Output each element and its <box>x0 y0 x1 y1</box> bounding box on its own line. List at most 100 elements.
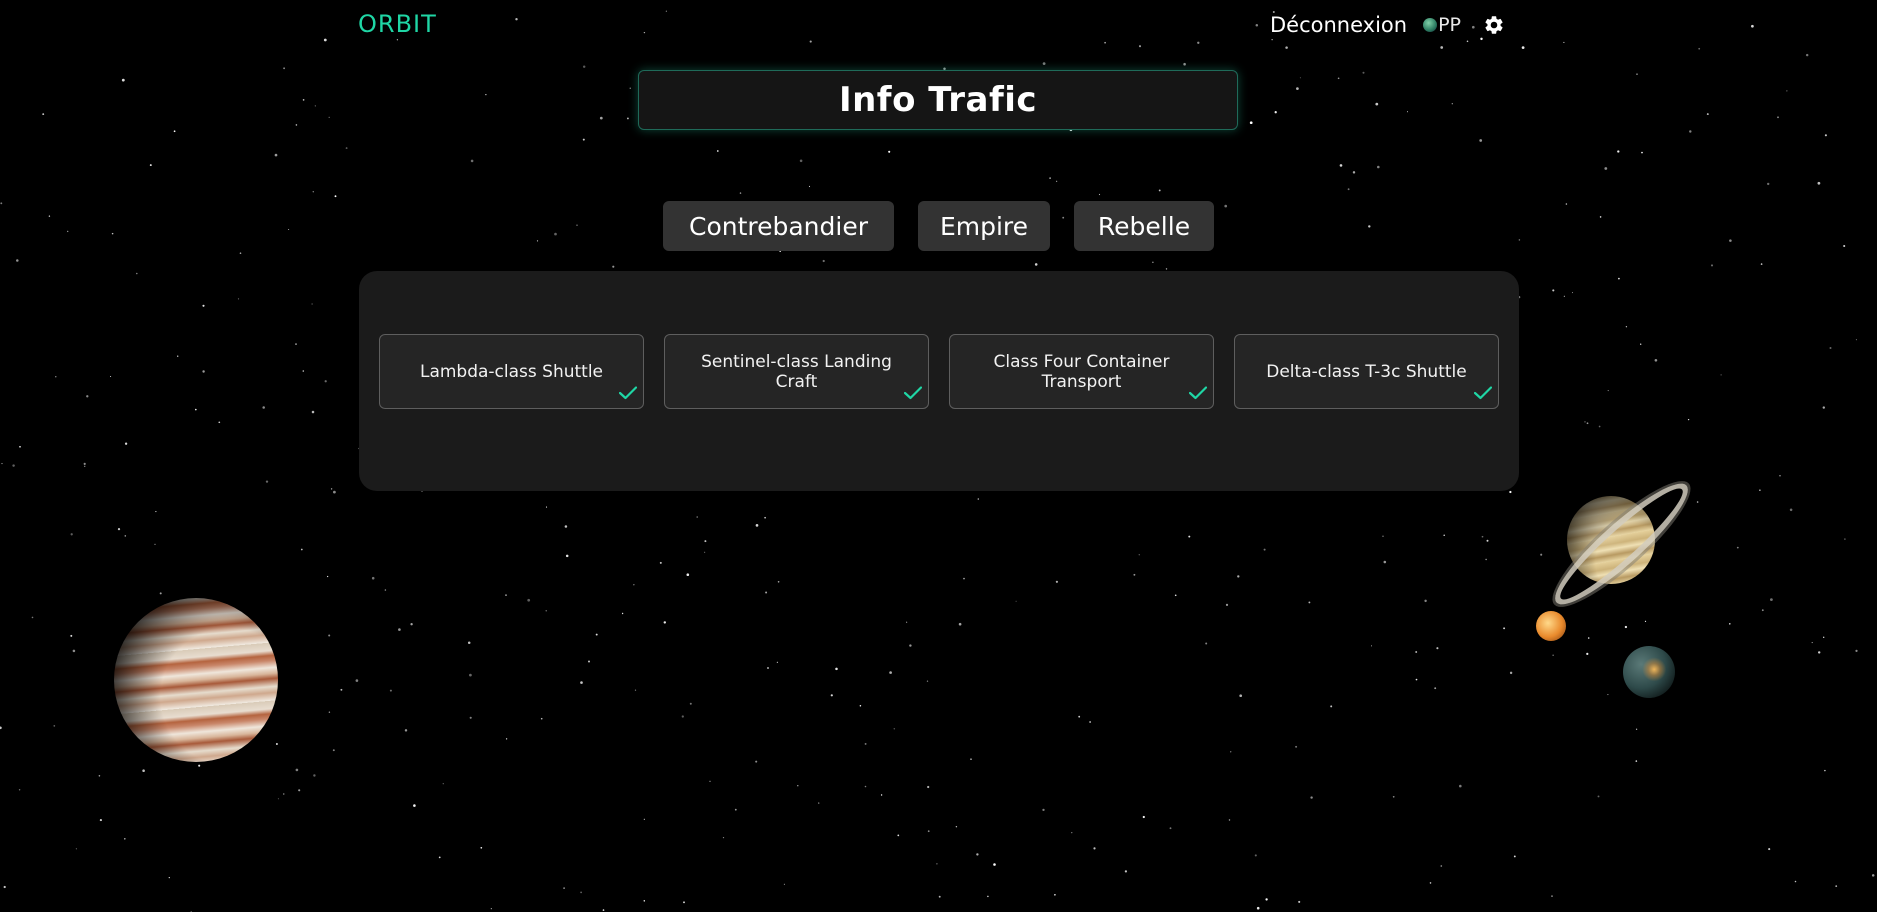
star <box>1513 855 1516 858</box>
star <box>384 589 387 591</box>
star <box>302 370 305 372</box>
ship-card[interactable]: Lambda-class Shuttle <box>379 334 644 409</box>
star <box>218 421 221 424</box>
star <box>277 798 279 800</box>
star <box>1056 180 1058 182</box>
star <box>963 577 965 580</box>
logout-link[interactable]: Déconnexion <box>1270 13 1407 37</box>
star <box>1480 37 1483 41</box>
ship-card[interactable]: Class Four Container Transport <box>949 334 1214 409</box>
star <box>1174 594 1177 597</box>
star <box>1855 649 1858 653</box>
filter-contrebandier-button[interactable]: Contrebandier <box>663 201 894 251</box>
filter-rebelle-button[interactable]: Rebelle <box>1074 201 1214 251</box>
star <box>765 591 768 594</box>
star <box>345 147 348 150</box>
star <box>1587 637 1590 639</box>
user-avatar[interactable]: PP <box>1423 14 1461 36</box>
ship-card[interactable]: Delta-class T-3c Shuttle <box>1234 334 1499 409</box>
star <box>564 525 568 528</box>
star <box>835 667 838 671</box>
star <box>1855 339 1857 341</box>
star <box>602 909 605 911</box>
star <box>1689 130 1692 133</box>
star <box>355 679 359 682</box>
star <box>634 689 637 691</box>
star <box>659 561 662 564</box>
star <box>0 726 2 730</box>
star <box>413 804 416 807</box>
star <box>709 780 711 782</box>
star <box>1093 847 1096 850</box>
star <box>1296 87 1299 90</box>
star <box>155 511 157 513</box>
star <box>864 742 867 745</box>
star <box>1225 603 1229 607</box>
star <box>159 592 162 595</box>
star <box>262 406 265 409</box>
star <box>1641 151 1643 154</box>
star <box>1436 647 1439 650</box>
star <box>1188 535 1191 538</box>
ship-name: Sentinel-class Landing Craft <box>701 351 892 392</box>
star <box>1779 475 1781 477</box>
star <box>1598 425 1601 428</box>
star <box>595 633 598 636</box>
star <box>580 681 583 684</box>
star <box>1696 501 1699 503</box>
star <box>328 116 330 119</box>
star <box>643 31 646 34</box>
star <box>16 259 19 262</box>
star <box>505 738 508 740</box>
star <box>1415 651 1418 653</box>
star <box>681 715 684 718</box>
star <box>1817 181 1821 185</box>
ship-card[interactable]: Sentinel-class Landing Craft <box>664 334 929 409</box>
star <box>1197 41 1200 44</box>
star <box>313 774 316 777</box>
star <box>1104 41 1106 44</box>
star <box>1486 539 1489 542</box>
star <box>1424 599 1427 603</box>
star <box>1607 694 1609 696</box>
filter-empire-button[interactable]: Empire <box>918 201 1050 251</box>
star <box>442 783 444 785</box>
star <box>767 667 769 669</box>
star <box>75 848 77 850</box>
star <box>298 789 301 792</box>
page-title-box: Info Trafic <box>638 70 1238 130</box>
star <box>410 623 413 626</box>
star <box>149 164 152 167</box>
check-icon <box>904 386 922 400</box>
star <box>909 644 912 647</box>
check-icon <box>1189 386 1207 400</box>
star <box>1308 601 1311 604</box>
star <box>1503 627 1506 630</box>
star <box>1770 598 1773 601</box>
star <box>621 612 624 615</box>
star <box>1298 900 1301 903</box>
star <box>689 702 692 705</box>
star <box>1552 654 1554 656</box>
star <box>274 153 278 157</box>
orbit-logo-link[interactable]: ORBIT <box>358 10 437 38</box>
star <box>1871 874 1875 877</box>
star <box>70 634 73 637</box>
star <box>42 113 45 116</box>
star <box>888 150 891 153</box>
star <box>1481 535 1484 538</box>
gear-icon[interactable] <box>1483 14 1505 36</box>
star <box>55 376 57 378</box>
star <box>1339 164 1343 167</box>
star <box>1635 760 1638 762</box>
star <box>202 370 205 373</box>
page-title: Info Trafic <box>838 80 1038 120</box>
star <box>275 743 278 745</box>
star <box>1237 575 1240 578</box>
star <box>955 825 958 828</box>
star <box>1729 623 1731 625</box>
star <box>626 117 629 120</box>
star <box>328 711 331 713</box>
star <box>202 304 205 307</box>
star <box>1767 182 1770 186</box>
